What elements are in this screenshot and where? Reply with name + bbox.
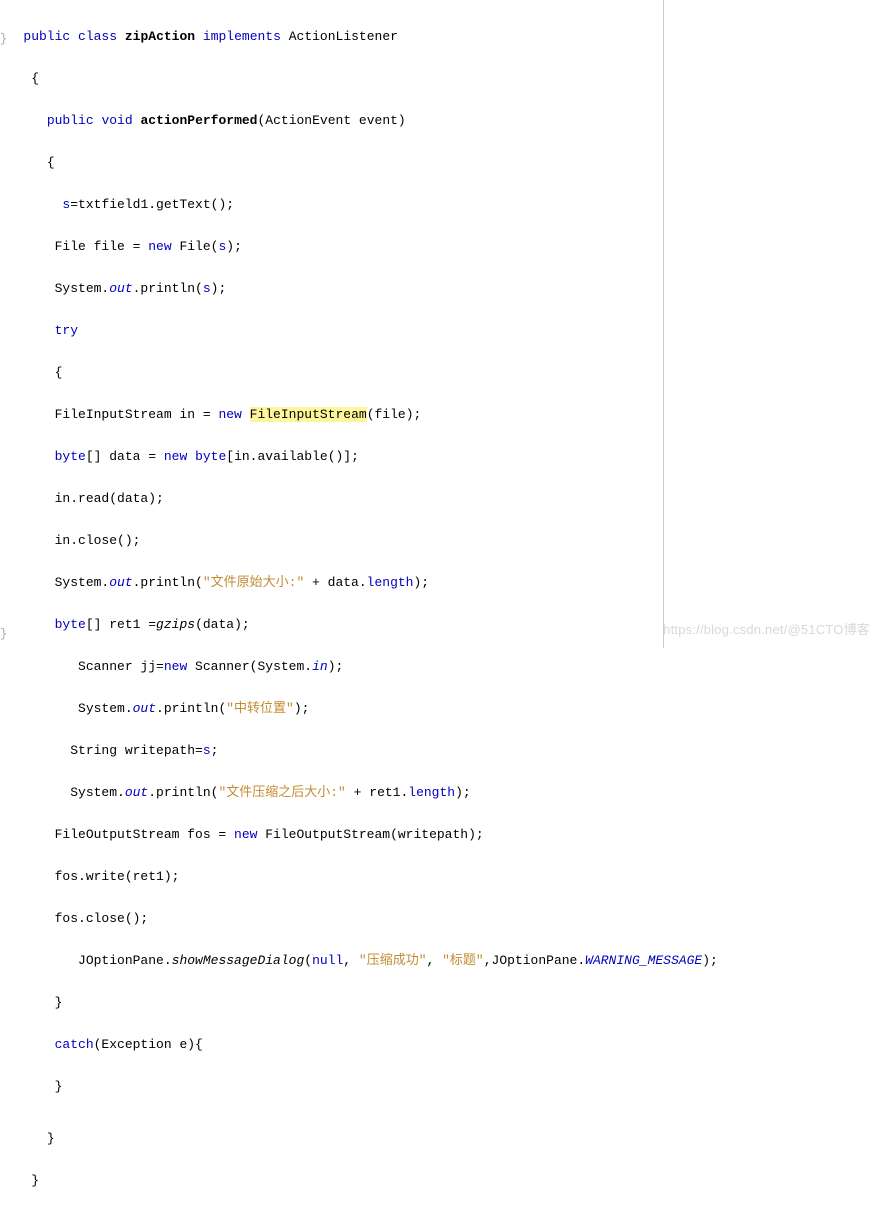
code-line: byte[] ret1 =gzips(data); <box>0 614 718 635</box>
highlighted-token: FileInputStream <box>250 407 367 422</box>
code-line: Scanner jj=new Scanner(System.in); <box>0 656 718 677</box>
code-line: System.out.println("文件压缩之后大小:" + ret1.le… <box>0 782 718 803</box>
code-line: public class zipAction implements Action… <box>0 26 718 47</box>
code-line: FileOutputStream fos = new FileOutputStr… <box>0 824 718 845</box>
code-line: System.out.println("中转位置"); <box>0 698 718 719</box>
code-line: JOptionPane.showMessageDialog(null, "压缩成… <box>0 950 718 971</box>
code-line: } <box>0 1170 718 1191</box>
code-line: try <box>0 320 718 341</box>
code-line: } <box>0 1076 718 1097</box>
code-line: in.read(data); <box>0 488 718 509</box>
code-line: catch(Exception e){ <box>0 1034 718 1055</box>
code-line: System.out.println("文件原始大小:" + data.leng… <box>0 572 718 593</box>
code-line: { <box>0 152 718 173</box>
code-line: { <box>0 68 718 89</box>
code-line: s=txtfield1.getText(); <box>0 194 718 215</box>
code-line: } <box>0 992 718 1013</box>
code-line: System.out.println(s); <box>0 278 718 299</box>
watermark-text: https://blog.csdn.net/@51CTO博客 <box>663 619 870 640</box>
code-line: fos.write(ret1); <box>0 866 718 887</box>
code-line: public void actionPerformed(ActionEvent … <box>0 110 718 131</box>
code-line: { <box>0 362 718 383</box>
code-editor[interactable]: public class zipAction implements Action… <box>0 5 718 1212</box>
code-line: File file = new File(s); <box>0 236 718 257</box>
code-line: FileInputStream in = new FileInputStream… <box>0 404 718 425</box>
code-line: byte[] data = new byte[in.available()]; <box>0 446 718 467</box>
code-line: } <box>0 1128 718 1149</box>
code-line: in.close(); <box>0 530 718 551</box>
code-line: fos.close(); <box>0 908 718 929</box>
code-line: String writepath=s; <box>0 740 718 761</box>
